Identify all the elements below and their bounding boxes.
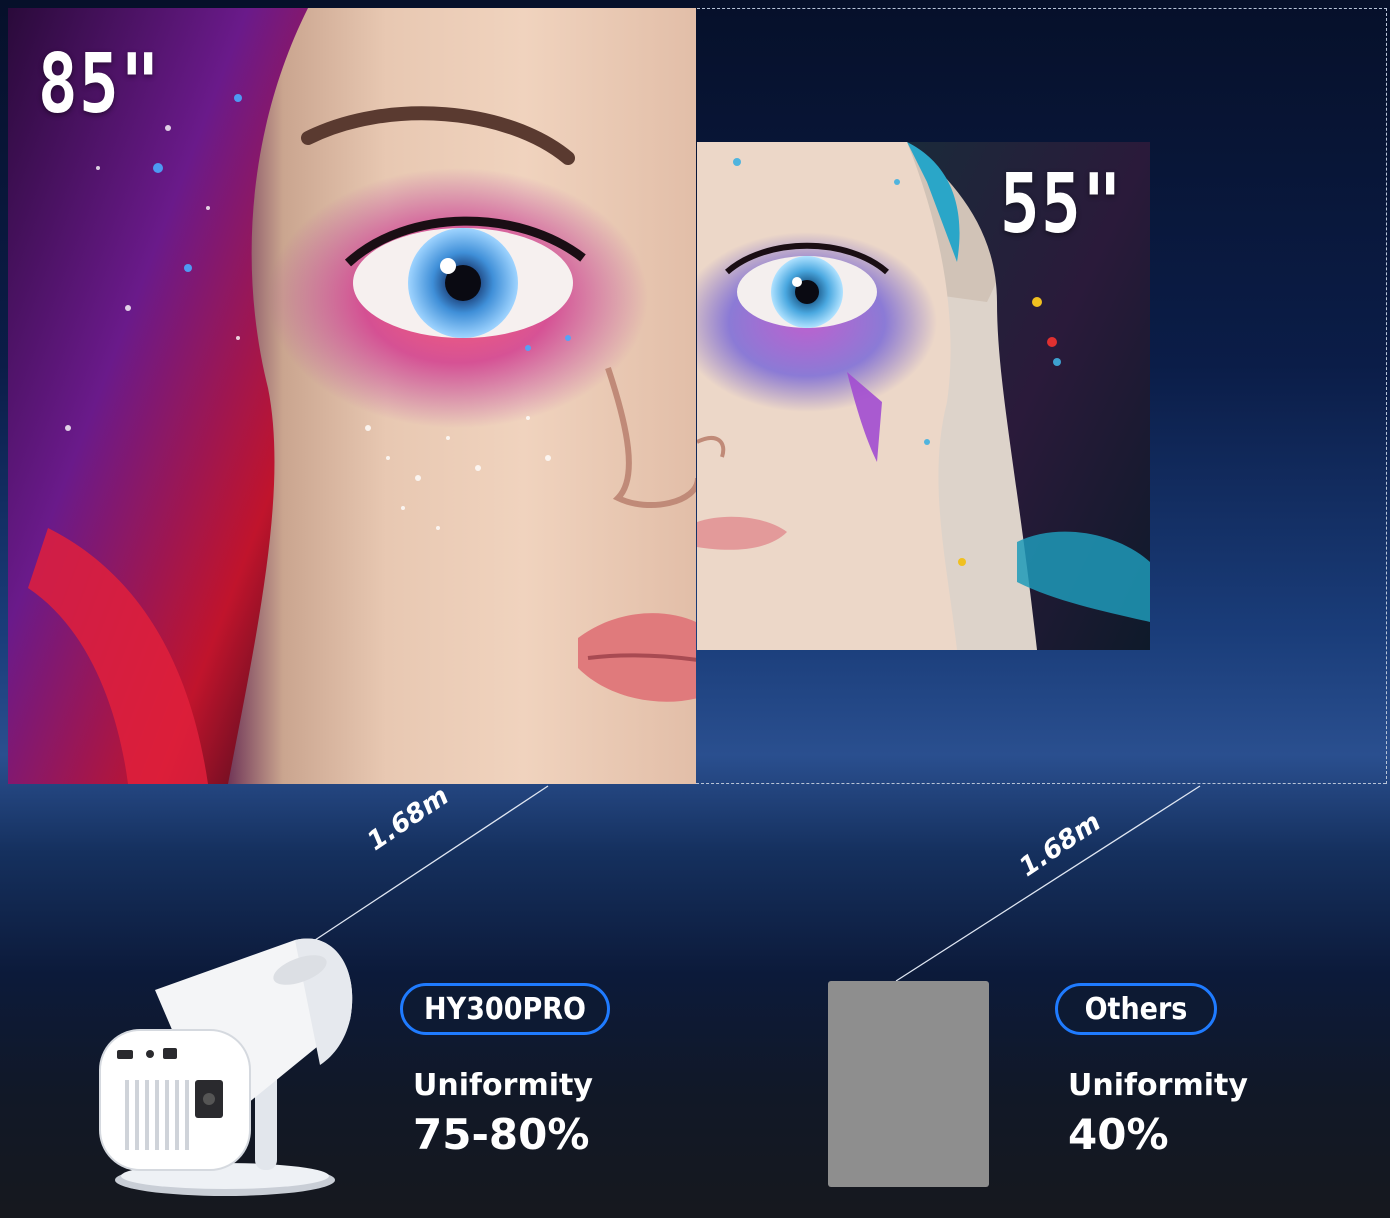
- uniformity-value-others: 40%: [1068, 1110, 1169, 1159]
- uniformity-label-others: Uniformity: [1068, 1068, 1248, 1103]
- beam-line-right: [895, 785, 1201, 982]
- competitor-device-placeholder: [828, 981, 989, 1187]
- uniformity-value-hy300pro: 75-80%: [413, 1110, 590, 1159]
- uniformity-label-hy300pro: Uniformity: [413, 1068, 593, 1103]
- product-badge-others: Others: [1055, 983, 1217, 1035]
- projector-device-image: [99, 938, 353, 1196]
- outline-bottom: [696, 783, 1386, 784]
- distance-label-right: 1.68m: [1014, 806, 1107, 883]
- outline-right: [1386, 8, 1387, 784]
- screen-size-small: 55": [1000, 157, 1124, 252]
- product-badge-hy300pro: HY300PRO: [400, 983, 610, 1035]
- comparison-banner: 85" 55" 1.68m 1.68m HY300PRO Others Unif…: [0, 0, 1390, 1218]
- distance-label-left: 1.68m: [362, 780, 455, 857]
- outline-top: [697, 8, 1387, 9]
- screen-size-large: 85": [38, 37, 162, 132]
